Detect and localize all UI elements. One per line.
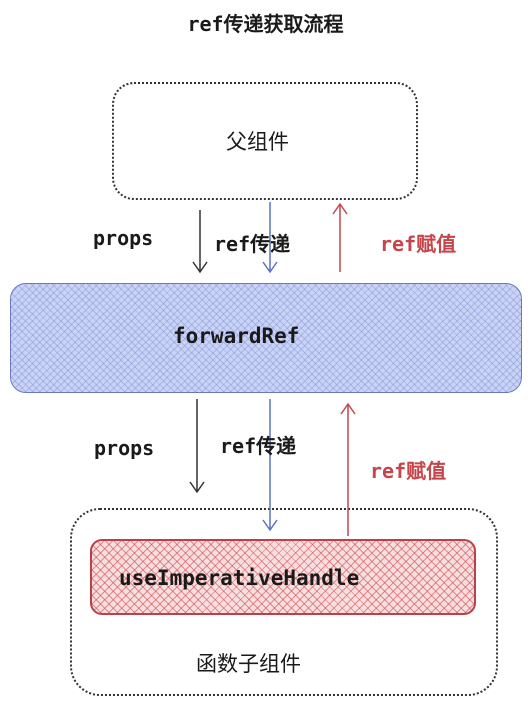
arrows-layer: [189, 202, 356, 536]
lower-props-label: props: [94, 436, 155, 460]
lower-ref-assign-label: ref赋值: [370, 459, 447, 483]
upper-props-arrow: [192, 210, 208, 274]
lower-ref-assign-arrow: [340, 402, 356, 536]
lower-ref-pass-label: ref传递: [220, 434, 297, 458]
upper-ref-assign-arrow: [332, 202, 348, 272]
upper-props-label: props: [93, 226, 154, 250]
upper-ref-assign-label: ref赋值: [380, 232, 457, 256]
upper-ref-pass-label: ref传递: [214, 232, 291, 256]
lower-ref-pass-arrow: [262, 399, 278, 532]
lower-props-arrow: [189, 399, 205, 494]
